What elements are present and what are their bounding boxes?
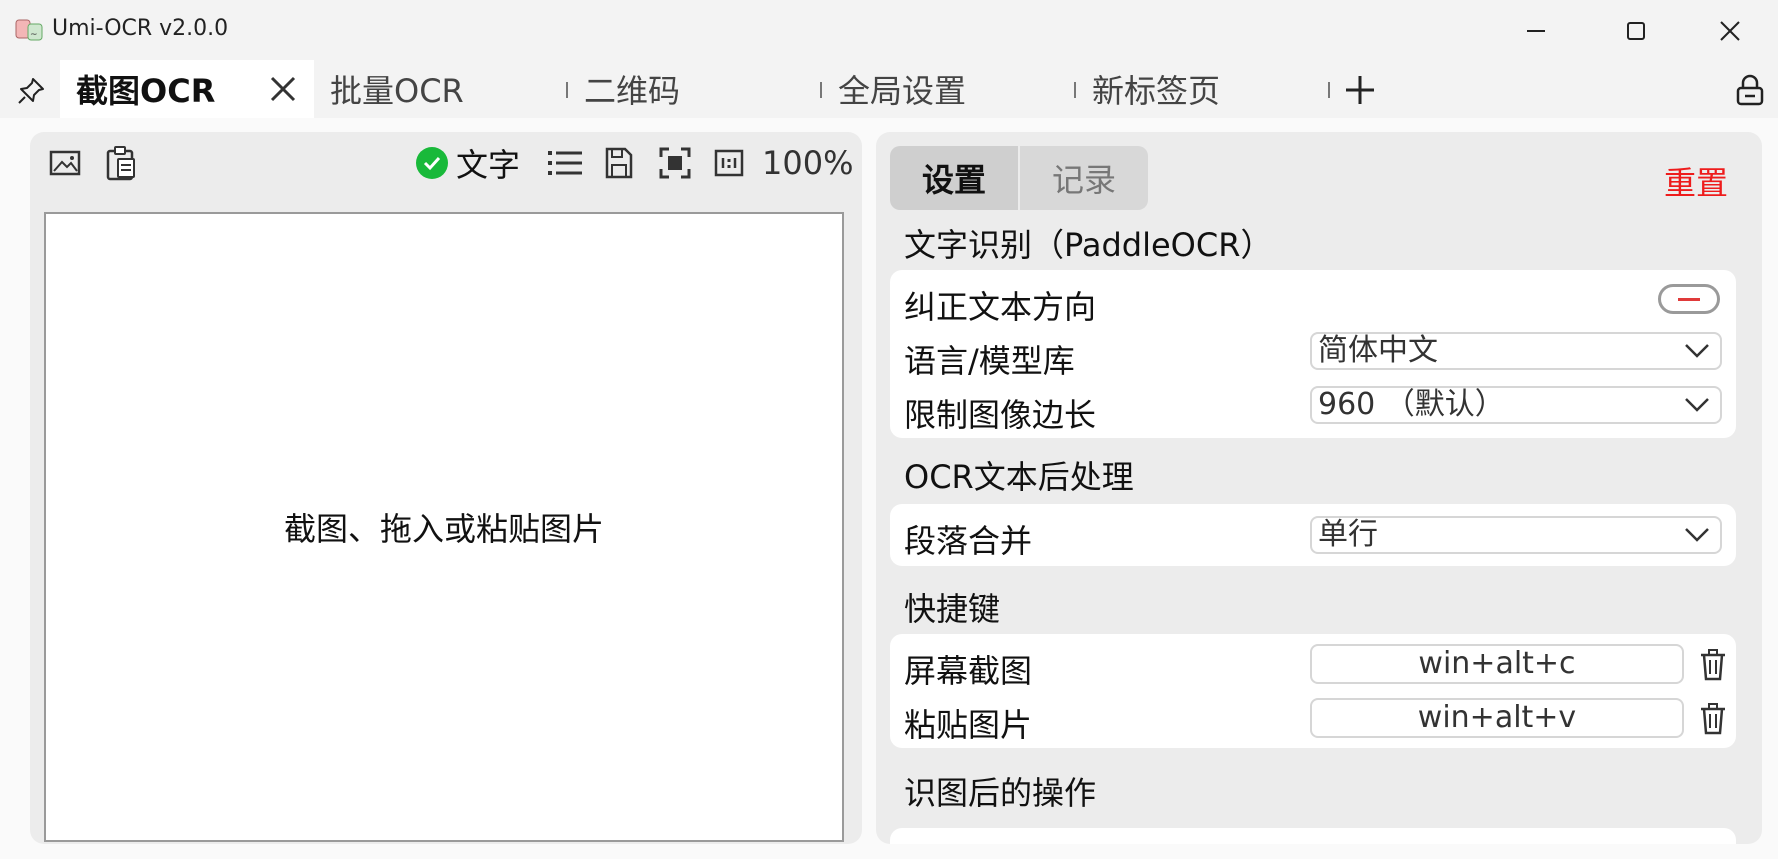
close-icon: [1720, 21, 1740, 41]
limit-size-value: 960 （默认）: [1318, 387, 1505, 422]
title-bar: ~ Umi-OCR v2.0.0: [0, 0, 1778, 60]
tab-label: 批量OCR: [330, 72, 464, 110]
merge-value: 单行: [1318, 517, 1378, 552]
merge-select[interactable]: 单行: [1310, 516, 1722, 554]
svg-text:~: ~: [30, 30, 38, 40]
save-icon: [605, 147, 633, 179]
limit-size-select[interactable]: 960 （默认）: [1310, 386, 1722, 424]
maximize-icon: [1627, 22, 1645, 40]
app-title: Umi-OCR v2.0.0: [52, 16, 229, 41]
minimize-icon: [1527, 30, 1545, 32]
chevron-down-icon: [1685, 398, 1709, 412]
tab-records[interactable]: 记录: [1020, 146, 1148, 210]
list-icon: [548, 151, 582, 175]
screenshot-panel: 文字 100% 截图、拖入或粘贴图片: [30, 132, 862, 844]
chevron-down-icon: [1685, 344, 1709, 358]
screenshot-hotkey-input[interactable]: win+alt+c: [1310, 644, 1684, 684]
tab-batch-ocr[interactable]: 批量OCR: [330, 60, 550, 118]
drop-placeholder: 截图、拖入或粘贴图片: [283, 510, 604, 548]
actual-size-button[interactable]: [710, 144, 748, 182]
merge-label: 段落合并: [904, 522, 1033, 560]
panel-switcher: 设置 记录: [890, 146, 1148, 210]
pin-button[interactable]: [10, 70, 52, 112]
umi-ocr-logo-icon: ~: [14, 16, 44, 44]
tab-label: 截图OCR: [76, 72, 216, 110]
language-select[interactable]: 简体中文: [1310, 332, 1722, 370]
limit-size-label: 限制图像边长: [904, 396, 1097, 434]
close-tab-icon[interactable]: [268, 74, 298, 104]
maximize-button[interactable]: [1606, 10, 1666, 52]
paste-hotkey-label: 粘贴图片: [904, 706, 1033, 744]
open-image-button[interactable]: [46, 144, 84, 182]
image-toolbar: 文字 100%: [30, 132, 862, 194]
language-label: 语言/模型库: [904, 342, 1075, 380]
tab-screenshot-ocr[interactable]: 截图OCR: [60, 60, 314, 118]
image-icon: [49, 150, 81, 176]
correct-direction-label: 纠正文本方向: [904, 288, 1097, 326]
check-circle-icon: [416, 147, 448, 179]
show-text-toggle[interactable]: 文字: [416, 144, 520, 184]
tab-label: 二维码: [584, 72, 681, 110]
text-list-button[interactable]: [546, 144, 584, 182]
trash-icon[interactable]: [1698, 702, 1728, 736]
tab-label: 新标签页: [1092, 72, 1221, 110]
tab-separator: [1328, 82, 1330, 98]
settings-panel: 设置 记录 重置 文字识别（PaddleOCR） 纠正文本方向 语言/模型库 简…: [876, 132, 1762, 844]
zoom-level: 100%: [762, 144, 854, 182]
lock-button[interactable]: [1730, 70, 1770, 110]
correct-direction-switch[interactable]: [1658, 284, 1720, 314]
plus-icon: [1346, 76, 1374, 104]
section-postprocess-title: OCR文本后处理: [904, 458, 1134, 496]
clipboard-icon: [106, 146, 135, 181]
tab-label: 全局设置: [838, 72, 967, 110]
paste-image-button[interactable]: [102, 144, 140, 182]
language-value: 简体中文: [1318, 333, 1438, 368]
tab-separator: [566, 82, 568, 98]
tab-new-page[interactable]: 新标签页: [1092, 60, 1312, 118]
tab-qrcode[interactable]: 二维码: [584, 60, 804, 118]
image-drop-area[interactable]: 截图、拖入或粘贴图片: [44, 212, 844, 842]
screenshot-hotkey-label: 屏幕截图: [904, 652, 1033, 690]
ocr-settings-card: 纠正文本方向 语言/模型库 简体中文 限制图像边长 960 （默认）: [890, 270, 1736, 438]
tab-separator: [820, 82, 822, 98]
paste-hotkey-input[interactable]: win+alt+v: [1310, 698, 1684, 738]
minimize-button[interactable]: [1506, 10, 1566, 52]
reset-button[interactable]: 重置: [1664, 158, 1728, 204]
tab-bar: 截图OCR 批量OCR 二维码 全局设置 新标签页: [0, 60, 1778, 118]
add-tab-button[interactable]: [1340, 70, 1380, 110]
hotkey-card: 屏幕截图 win+alt+c 粘贴图片 win+alt+v: [890, 634, 1736, 748]
after-actions-card: [890, 828, 1736, 844]
fit-screen-icon: [659, 147, 691, 179]
minus-icon: [1678, 297, 1700, 301]
chevron-down-icon: [1685, 528, 1709, 542]
pin-icon: [18, 78, 44, 104]
close-window-button[interactable]: [1700, 10, 1760, 52]
section-hotkey-title: 快捷键: [904, 590, 1001, 628]
tab-global-settings[interactable]: 全局设置: [838, 60, 1058, 118]
actual-size-icon: [714, 149, 744, 177]
section-after-title: 识图后的操作: [904, 774, 1097, 812]
tab-settings[interactable]: 设置: [890, 146, 1018, 210]
section-ocr-title: 文字识别（PaddleOCR）: [904, 226, 1273, 264]
postprocess-card: 段落合并 单行: [890, 504, 1736, 566]
show-text-label: 文字: [456, 146, 521, 184]
fit-window-button[interactable]: [656, 144, 694, 182]
lock-icon: [1736, 74, 1764, 106]
save-image-button[interactable]: [600, 144, 638, 182]
trash-icon[interactable]: [1698, 648, 1728, 682]
content-area: 文字 100% 截图、拖入或粘贴图片 设置 记录 重置 文字识别（PaddleO…: [0, 118, 1778, 859]
tab-separator: [1074, 82, 1076, 98]
